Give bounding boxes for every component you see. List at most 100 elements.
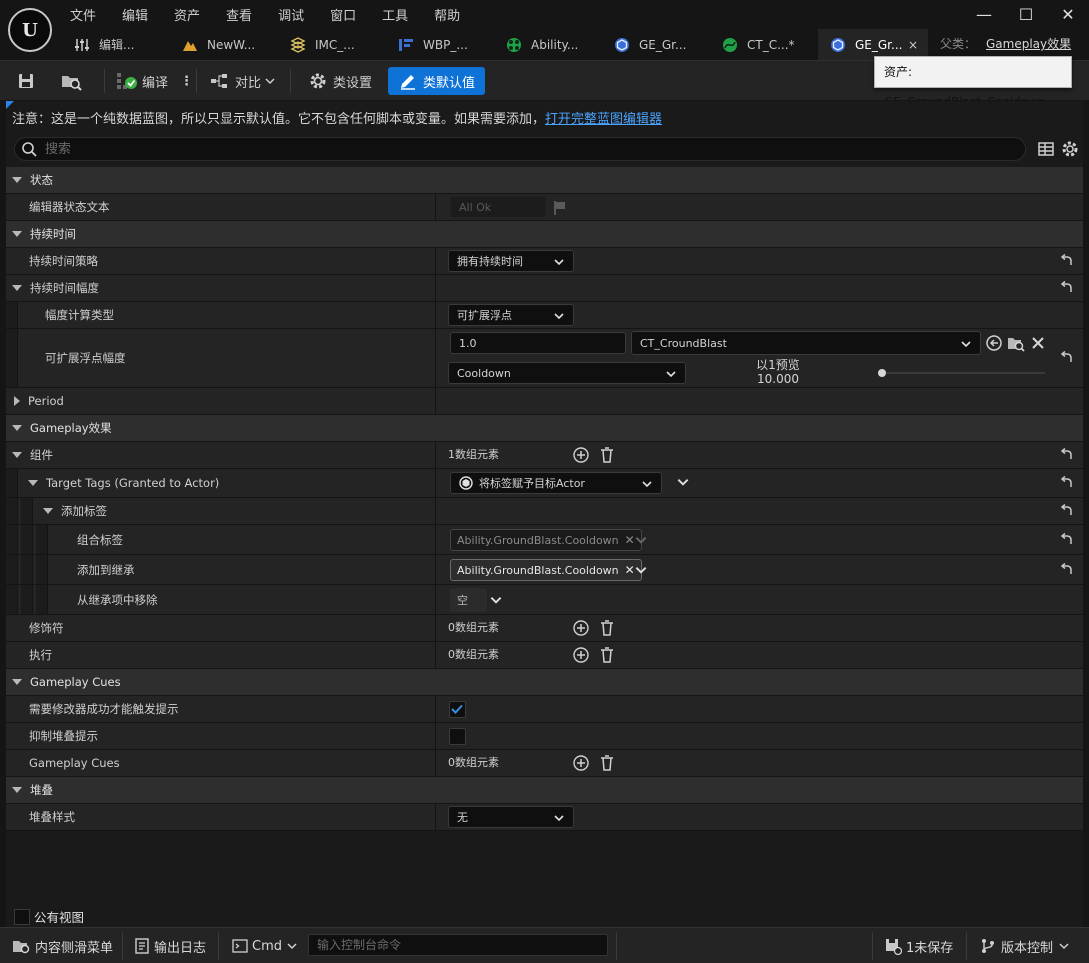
clear-icon[interactable] bbox=[1029, 334, 1047, 352]
group-header: 持续时间幅度 bbox=[12, 275, 99, 301]
category-gameplay-effect[interactable]: Gameplay效果 bbox=[6, 415, 1083, 442]
stacking-type-dropdown[interactable]: 无 bbox=[448, 806, 574, 828]
reset-to-default-icon[interactable] bbox=[1059, 503, 1075, 519]
source-control-button[interactable]: 版本控制 bbox=[980, 928, 1069, 963]
compile-options-icon[interactable]: ⋮ bbox=[180, 74, 193, 89]
sliders-icon bbox=[75, 38, 89, 51]
add-element-icon[interactable] bbox=[572, 619, 590, 637]
console-input[interactable]: 输入控制台命令 bbox=[308, 934, 608, 956]
reset-to-default-icon[interactable] bbox=[1059, 253, 1075, 269]
cmd-selector[interactable]: Cmd bbox=[232, 928, 297, 963]
add-element-icon[interactable] bbox=[572, 754, 590, 772]
tab-level[interactable]: NewW... bbox=[170, 29, 278, 60]
menu-tools[interactable]: 工具 bbox=[382, 5, 408, 24]
menu-asset[interactable]: 资产 bbox=[174, 5, 200, 24]
tag-label: Ability.GroundBlast.Cooldown bbox=[457, 533, 619, 547]
unreal-logo-icon[interactable]: U bbox=[8, 8, 52, 52]
category-stacking[interactable]: 堆叠 bbox=[6, 777, 1083, 804]
category-duration[interactable]: 持续时间 bbox=[6, 221, 1083, 248]
duration-policy-dropdown[interactable]: 拥有持续时间 bbox=[448, 250, 574, 272]
category-gameplay-cues[interactable]: Gameplay Cues bbox=[6, 669, 1083, 696]
add-element-icon[interactable] bbox=[572, 646, 590, 664]
tab-ability[interactable]: Ability... bbox=[494, 29, 602, 60]
class-settings-label: 类设置 bbox=[333, 75, 373, 91]
browse-button[interactable] bbox=[60, 67, 84, 95]
diff-button[interactable]: 对比 bbox=[210, 67, 275, 95]
content-drawer-button[interactable]: 内容侧滑菜单 bbox=[12, 928, 113, 963]
property-label: 抑制堆叠提示 bbox=[29, 729, 98, 743]
menu-view[interactable]: 查看 bbox=[226, 5, 252, 24]
reset-to-default-icon[interactable] bbox=[1059, 350, 1075, 366]
tag-picker-chevron-icon bbox=[635, 537, 647, 544]
close-window-icon[interactable]: ✕ bbox=[1047, 0, 1089, 30]
class-settings-button[interactable]: 类设置 bbox=[308, 67, 372, 95]
unsaved-button[interactable]: 1未保存 bbox=[884, 928, 953, 963]
row-target-tags[interactable]: Target Tags (Granted to Actor) 将标签赋予目标Ac… bbox=[6, 469, 1083, 498]
close-tab-icon[interactable]: × bbox=[908, 38, 918, 52]
reset-to-default-icon[interactable] bbox=[1059, 532, 1075, 548]
tab-editor[interactable]: 编辑... bbox=[62, 29, 170, 60]
menu-edit[interactable]: 编辑 bbox=[122, 5, 148, 24]
tag-picker-chevron-icon[interactable] bbox=[634, 563, 648, 577]
tab-gameplay-effect-1[interactable]: GE_Gr... bbox=[602, 29, 710, 60]
reset-to-default-icon[interactable] bbox=[1059, 475, 1075, 491]
property-label: 添加标签 bbox=[61, 504, 107, 518]
tag-picker-chevron-icon[interactable] bbox=[489, 593, 503, 607]
suppress-stacking-checkbox[interactable] bbox=[449, 728, 466, 745]
trash-icon[interactable] bbox=[598, 446, 616, 464]
category-status[interactable]: 状态 bbox=[6, 167, 1083, 194]
tag-chip[interactable]: Ability.GroundBlast.Cooldown ✕ bbox=[450, 559, 642, 581]
public-view-toggle[interactable]: 公有视图 bbox=[14, 907, 84, 926]
window-controls: — ☐ ✕ bbox=[963, 0, 1089, 30]
reset-to-default-icon[interactable] bbox=[1059, 447, 1075, 463]
add-element-icon[interactable] bbox=[572, 446, 590, 464]
component-type-dropdown[interactable]: 将标签赋予目标Actor bbox=[450, 472, 662, 494]
minimize-icon[interactable]: — bbox=[963, 0, 1005, 30]
reset-to-default-icon[interactable] bbox=[1059, 280, 1075, 296]
output-log-button[interactable]: 输出日志 bbox=[134, 928, 206, 963]
tab-input-mapping[interactable]: IMC_... bbox=[278, 29, 386, 60]
unsaved-label: 1未保存 bbox=[906, 940, 954, 956]
reset-to-default-icon[interactable] bbox=[1059, 562, 1075, 578]
content-drawer-icon bbox=[13, 941, 30, 954]
trash-icon[interactable] bbox=[598, 619, 616, 637]
components-count: 1数组元素 bbox=[448, 448, 499, 461]
row-duration-magnitude[interactable]: 持续时间幅度 bbox=[6, 275, 1083, 302]
row-add-tags[interactable]: 添加标签 bbox=[6, 498, 1083, 525]
scalable-value-field[interactable]: 1.0 bbox=[450, 332, 626, 354]
menu-file[interactable]: 文件 bbox=[70, 5, 96, 24]
status-separator bbox=[218, 932, 219, 960]
curve-row-dropdown[interactable]: Cooldown bbox=[448, 362, 686, 384]
search-input[interactable] bbox=[45, 140, 1005, 158]
curve-table-dropdown[interactable]: CT_CroundBlast bbox=[631, 331, 981, 355]
table-view-icon[interactable] bbox=[1036, 139, 1056, 159]
use-selected-icon[interactable] bbox=[985, 334, 1003, 352]
menu-window[interactable]: 窗口 bbox=[330, 5, 356, 24]
require-modifier-checkbox[interactable] bbox=[449, 701, 466, 718]
save-button[interactable] bbox=[16, 67, 36, 95]
parent-class-link[interactable]: Gameplay效果 bbox=[986, 35, 1071, 52]
trash-icon[interactable] bbox=[598, 754, 616, 772]
compile-button[interactable]: 编译 ⋮ bbox=[116, 67, 193, 95]
tab-label: Ability... bbox=[531, 37, 579, 52]
row-period[interactable]: Period bbox=[6, 388, 1083, 415]
element-options-chevron-icon[interactable] bbox=[676, 475, 690, 489]
row-components[interactable]: 组件 1数组元素 bbox=[6, 442, 1083, 469]
browse-asset-icon[interactable] bbox=[1007, 334, 1025, 352]
expand-arrow-icon bbox=[12, 231, 22, 237]
maximize-icon[interactable]: ☐ bbox=[1005, 0, 1047, 30]
menu-help[interactable]: 帮助 bbox=[434, 5, 460, 24]
magnitude-calc-dropdown[interactable]: 可扩展浮点 bbox=[448, 304, 574, 326]
settings-gear-icon[interactable] bbox=[1060, 139, 1080, 159]
preview-level-slider[interactable] bbox=[878, 369, 1045, 377]
tab-curve-table[interactable]: CT_C...* bbox=[710, 29, 818, 60]
public-view-checkbox[interactable] bbox=[14, 908, 30, 925]
class-defaults-button[interactable]: 类默认值 bbox=[388, 67, 486, 95]
menu-debug[interactable]: 调试 bbox=[278, 5, 304, 24]
status-separator bbox=[966, 932, 967, 960]
slider-handle[interactable] bbox=[878, 369, 886, 377]
tab-widget-blueprint[interactable]: WBP_... bbox=[386, 29, 494, 60]
open-full-editor-link[interactable]: 打开完整蓝图编辑器 bbox=[545, 112, 662, 127]
tab-label: NewW... bbox=[207, 37, 256, 52]
trash-icon[interactable] bbox=[598, 646, 616, 664]
